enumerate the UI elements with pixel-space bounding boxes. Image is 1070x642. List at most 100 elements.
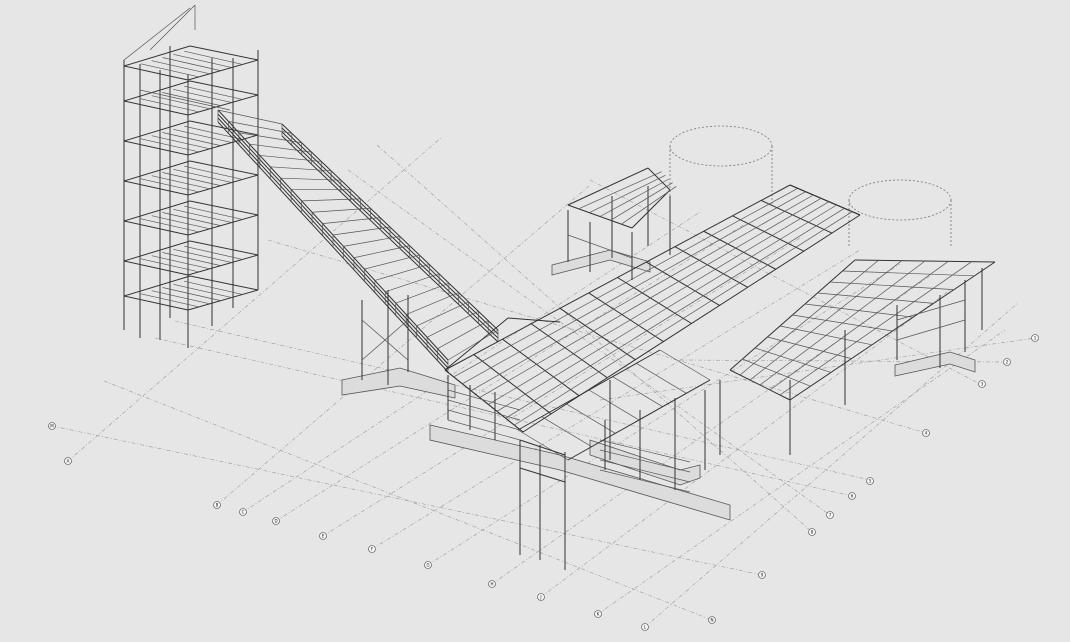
grid-bubble: N — [708, 616, 716, 624]
grid-bubble: B — [213, 501, 221, 509]
grid-bubble: 6 — [848, 492, 856, 500]
grid-bubble-label: M — [50, 424, 54, 429]
tower-beam — [123, 260, 189, 276]
tower-beam — [123, 180, 189, 196]
tower-beam — [189, 45, 259, 61]
canopy-rafter — [636, 363, 687, 394]
grid-bubble: D — [272, 517, 280, 525]
grid-bubble-label: 8 — [811, 530, 814, 535]
roof-rafter — [645, 261, 720, 306]
grid-bubble: 4 — [922, 429, 930, 437]
grid-bubble-label: 5 — [869, 479, 872, 484]
grid-bubble: 3 — [978, 380, 986, 388]
wing-rafter — [739, 260, 879, 376]
stair-tower — [123, 4, 259, 348]
grid-bubble: 9 — [758, 571, 766, 579]
main-building-roof-framing — [444, 184, 861, 461]
roof-purlin — [453, 188, 798, 378]
grid-bubble-label: 1 — [1034, 336, 1037, 341]
grid-bubble: 7 — [826, 511, 834, 519]
tower-grating — [173, 168, 231, 183]
tower-handrail — [123, 7, 191, 61]
tower-grating — [162, 57, 221, 71]
grid-bubble: E — [319, 532, 327, 540]
wall-girt — [447, 399, 521, 421]
grid-bubble: M — [48, 422, 56, 430]
grid-bubble: H — [488, 580, 496, 588]
grid-bubbles: 1 2 3 4 5 6 7 8 9 A B C D E F G H J K L M N — [48, 334, 1039, 631]
roof-edge — [507, 317, 561, 323]
roof-purlin — [462, 191, 806, 385]
wing-rafter — [769, 261, 949, 391]
tower-grating — [173, 208, 231, 223]
tower-grating — [162, 212, 221, 226]
tower-beam — [189, 160, 259, 176]
tower-grating — [184, 50, 242, 65]
grid-bubble: J — [537, 593, 545, 601]
drawing-canvas: 1 2 3 4 5 6 7 8 9 A B C D E F G H J K L M N — [48, 4, 1039, 631]
grid-bubble: 5 — [866, 477, 874, 485]
tank-left — [669, 125, 773, 205]
tower-beam — [123, 295, 189, 311]
canopy-rafter — [541, 416, 592, 447]
tower-beam — [123, 100, 189, 116]
roof-rafter — [530, 323, 608, 379]
roof-purlin — [479, 198, 822, 398]
grid-bubble-label: 6 — [851, 494, 854, 499]
tower-grating — [162, 287, 221, 301]
grid-bubble-label: N — [711, 618, 714, 623]
small-bldg-joist — [599, 178, 670, 217]
canopy-beam — [519, 467, 566, 483]
wing-rafter — [779, 261, 972, 396]
tower-grating — [173, 88, 231, 103]
grid-bubble-label: J — [539, 595, 541, 600]
grid-bubble-label: C — [242, 510, 245, 515]
tower-grating — [162, 252, 221, 266]
grid-bubble-label: H — [490, 582, 493, 587]
conveyor-rung — [416, 301, 469, 327]
small-bldg-joist — [621, 186, 677, 225]
foundations — [341, 249, 976, 521]
tower-beam — [189, 200, 259, 216]
grid-lines — [51, 136, 1036, 628]
grid-bubble: 8 — [808, 528, 816, 536]
grid-bubble: 2 — [1003, 358, 1011, 366]
grid-bubble: 1 — [1031, 334, 1039, 342]
grid-bubble-label: 2 — [1006, 360, 1009, 365]
conveyor-rung — [385, 273, 440, 293]
canopy-rafter — [588, 389, 640, 421]
wall-girt — [447, 389, 521, 411]
tower-beam — [189, 275, 259, 291]
canopy-rafter — [659, 349, 711, 381]
roof-purlin — [514, 211, 853, 426]
conveyor-rung — [426, 310, 479, 338]
small-bldg-beam — [567, 167, 649, 206]
tower-beam — [123, 140, 189, 156]
grid-bubble-label: B — [216, 503, 219, 508]
tower-beam — [189, 80, 259, 96]
roof-edge — [444, 317, 509, 371]
conveyor-rung — [374, 264, 430, 281]
roof-purlin — [488, 201, 830, 405]
canopy-edge — [517, 349, 661, 431]
roof-rafter — [473, 354, 552, 415]
conveyor-rung — [249, 143, 312, 153]
conveyor-rung — [322, 217, 381, 224]
grid-bubble-label: A — [67, 459, 70, 464]
conveyor-rung — [270, 166, 332, 172]
tower-beam — [123, 220, 189, 236]
grid-bubble: G — [424, 561, 432, 569]
grid-bubble-label: 7 — [829, 513, 832, 518]
small-bldg-joist — [578, 171, 662, 210]
tower-grating — [173, 53, 231, 68]
conveyor-rung — [406, 292, 459, 315]
grid-bubble-label: 3 — [981, 382, 984, 387]
grid-bubble-label: D — [274, 519, 277, 524]
grid-bubble: F — [368, 545, 376, 553]
tower-grating — [162, 132, 221, 146]
tower-grating — [173, 128, 231, 143]
conveyor-rung — [301, 198, 361, 202]
grid-bubble: C — [239, 508, 247, 516]
grid-bubble: K — [594, 610, 602, 618]
canopy-rafter — [612, 376, 663, 407]
